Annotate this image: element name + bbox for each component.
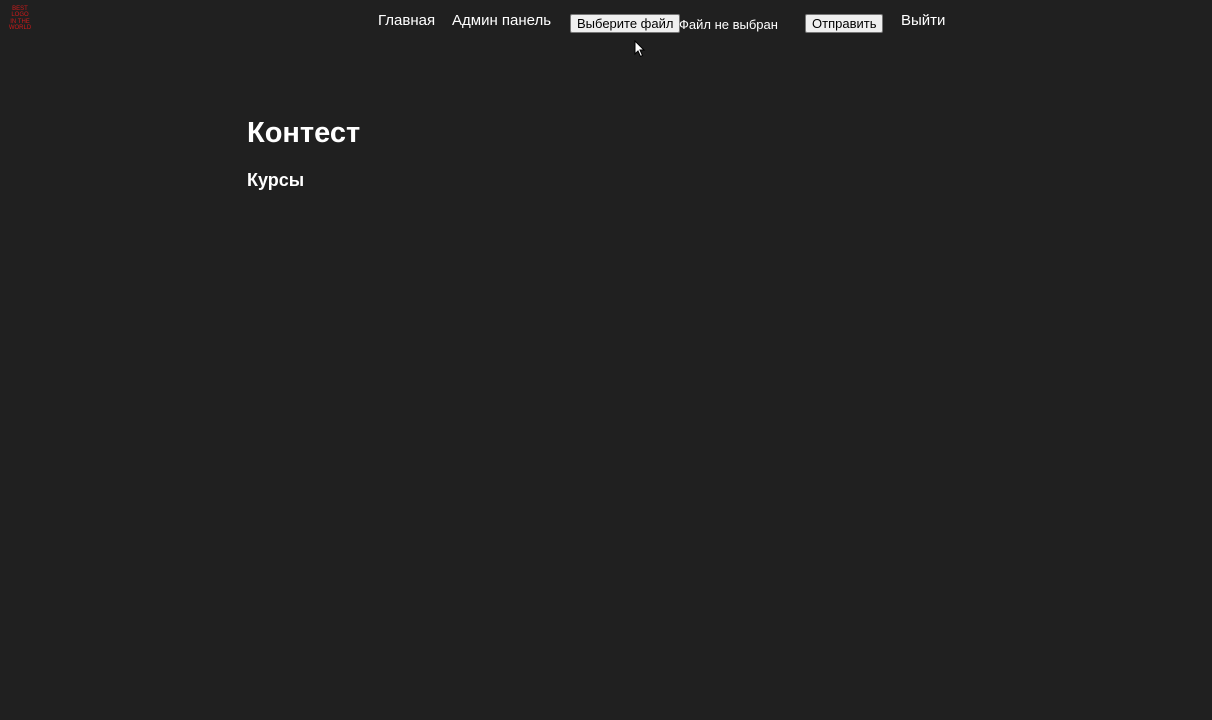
- page-title: Контест: [247, 117, 361, 149]
- section-title-courses: Курсы: [247, 170, 305, 190]
- mouse-pointer-icon: [634, 40, 646, 58]
- nav-home-link[interactable]: Главная: [378, 12, 435, 29]
- choose-file-button[interactable]: Выберите файл: [570, 14, 681, 33]
- page: BEST LOGO IN THE WORLD Главная Админ пан…: [0, 0, 1212, 720]
- nav-admin-panel-link[interactable]: Админ панель: [452, 12, 551, 29]
- logout-link[interactable]: Выйти: [901, 12, 945, 29]
- submit-button[interactable]: Отправить: [805, 14, 884, 33]
- site-logo[interactable]: BEST LOGO IN THE WORLD: [4, 6, 36, 32]
- file-status-text: Файл не выбран: [679, 17, 778, 32]
- logo-line: WORLD: [8, 25, 32, 32]
